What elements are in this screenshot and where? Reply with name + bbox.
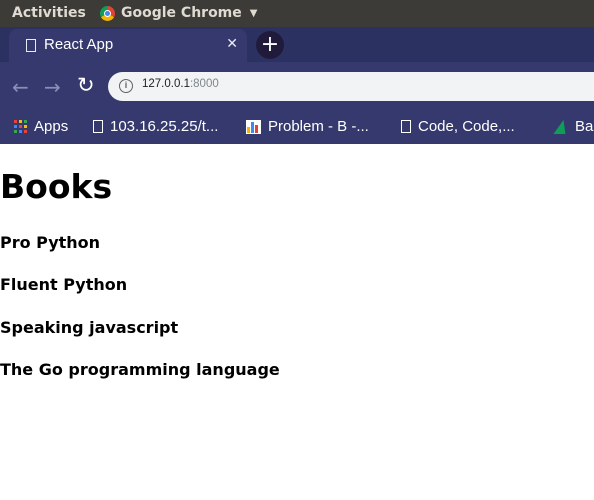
tab-react-app[interactable]: React App ✕: [9, 29, 247, 62]
bookmark-problem[interactable]: Problem - B -...: [246, 118, 369, 135]
bookmark-label: 103.16.25.25/t...: [110, 118, 219, 135]
bookmark-code[interactable]: Code, Code,...: [401, 118, 515, 135]
bookmark-label: Code, Code,...: [418, 118, 515, 135]
address-bar[interactable]: i 127.0.0.1:8000: [108, 72, 594, 101]
book-item: Speaking javascript: [0, 317, 179, 337]
chevron-down-icon: ▼: [249, 7, 258, 19]
book-item: Fluent Python: [0, 275, 128, 295]
page-icon: [401, 120, 411, 133]
close-icon[interactable]: ✕: [226, 36, 238, 52]
page-icon: [26, 39, 36, 52]
new-tab-button[interactable]: +: [256, 31, 284, 59]
url-host: 127.0.0.1: [142, 78, 190, 90]
page-title: Books: [0, 167, 113, 206]
back-arrow-icon[interactable]: ←: [12, 75, 29, 99]
forward-arrow-icon[interactable]: →: [44, 75, 61, 99]
app-name: Google Chrome: [121, 5, 242, 21]
book-item: Pro Python: [0, 233, 101, 252]
bookmark-103[interactable]: 103.16.25.25/t...: [93, 118, 218, 135]
bookmark-ba[interactable]: Ba: [553, 118, 594, 135]
bookmark-label: Apps: [34, 118, 69, 135]
bookmarks-bar: Apps 103.16.25.25/t... Problem - B -... …: [0, 110, 594, 144]
url-port: :8000: [189, 78, 219, 90]
info-icon[interactable]: i: [119, 79, 133, 93]
reload-icon[interactable]: ↻: [77, 73, 95, 97]
page-icon: [93, 120, 103, 133]
browser-toolbar: ← → ↻ i 127.0.0.1:8000: [0, 62, 594, 110]
bookmark-label: Problem - B -...: [268, 118, 369, 135]
activities-button[interactable]: Activities: [12, 5, 86, 21]
book-item: The Go programming language: [0, 359, 280, 379]
tab-title: React App: [44, 36, 114, 53]
tab-strip: React App ✕ +: [0, 27, 594, 62]
plus-icon: +: [260, 32, 280, 57]
bookmark-label: Ba: [575, 118, 594, 135]
url-text[interactable]: 127.0.0.1:8000: [142, 78, 219, 90]
chart-favicon-icon: [246, 119, 261, 134]
green-triangle-icon: [553, 119, 571, 134]
chrome-icon: [100, 5, 115, 21]
page-content: Books Pro Python Fluent Python Speaking …: [0, 145, 594, 500]
bookmark-apps[interactable]: Apps: [14, 118, 68, 135]
os-top-panel: Activities Google Chrome ▼: [0, 0, 594, 27]
book-list: Pro Python Fluent Python Speaking javasc…: [0, 233, 280, 402]
app-menu-button[interactable]: Google Chrome ▼: [100, 5, 257, 21]
apps-grid-icon: [14, 120, 27, 133]
